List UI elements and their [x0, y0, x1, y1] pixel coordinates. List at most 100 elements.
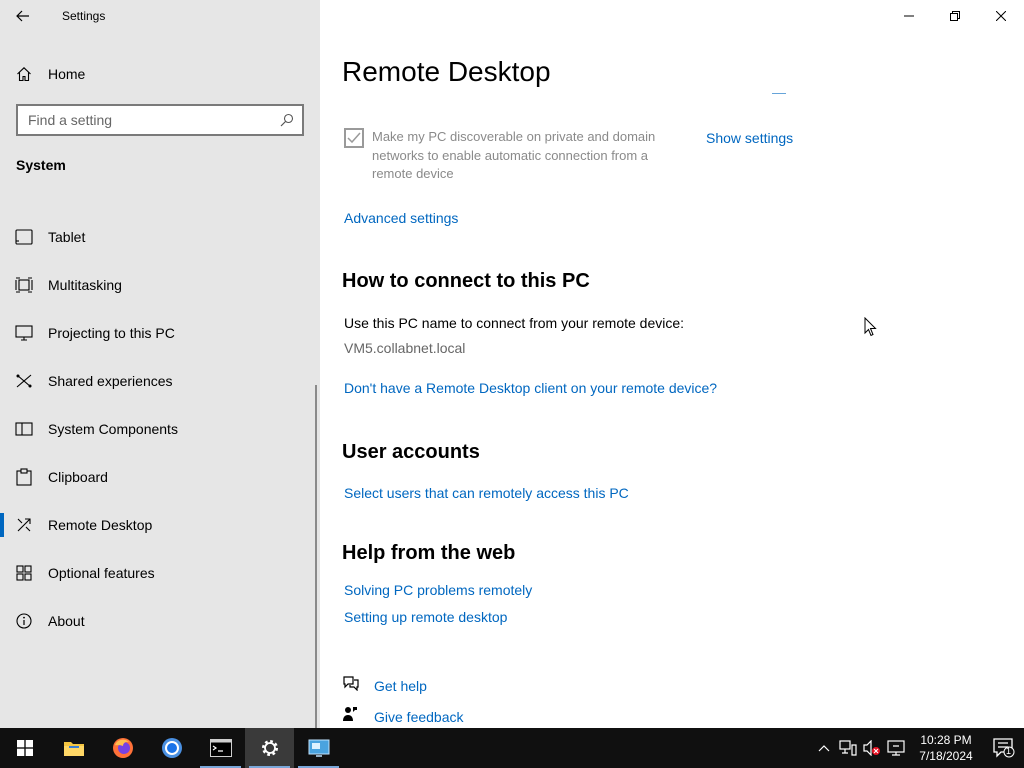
page-title: Remote Desktop — [342, 56, 551, 87]
sidebar-item-remote-desktop[interactable]: Remote Desktop — [0, 501, 320, 549]
get-client-link[interactable]: Don't have a Remote Desktop client on yo… — [344, 380, 717, 396]
sidebar-nav: Tablet Multitasking Projecting to this P… — [0, 213, 320, 645]
taskbar: 10:28 PM 7/18/2024 1 — [0, 728, 1024, 768]
tablet-icon — [0, 229, 48, 245]
sidebar-item-about[interactable]: About — [0, 597, 320, 645]
mouse-cursor-icon — [864, 317, 877, 337]
user-accounts-heading: User accounts — [342, 441, 480, 463]
sidebar-item-tablet[interactable]: Tablet — [0, 213, 320, 261]
clipboard-icon — [0, 468, 48, 486]
minimize-icon — [904, 15, 914, 17]
tray-overflow-button[interactable] — [812, 728, 836, 768]
search-input[interactable]: Find a setting — [18, 112, 272, 128]
sidebar-item-system-components[interactable]: System Components — [0, 405, 320, 453]
main-content: Remote Desktop Make my PC discoverable o… — [320, 0, 1024, 728]
sidebar-item-label: About — [48, 613, 85, 629]
title-bar: Settings — [0, 0, 320, 32]
tray-volume[interactable] — [860, 728, 884, 768]
sidebar-item-label: Tablet — [48, 229, 86, 245]
home-label: Home — [48, 66, 86, 82]
sidebar-item-projecting[interactable]: Projecting to this PC — [0, 309, 320, 357]
firefox-icon — [112, 738, 133, 758]
sidebar-item-clipboard[interactable]: Clipboard — [0, 453, 320, 501]
restore-icon — [950, 11, 960, 21]
network-icon — [839, 740, 857, 756]
get-help-link[interactable]: Get help — [374, 678, 427, 694]
notification-center-button[interactable]: 1 — [984, 728, 1024, 768]
taskbar-remote-desktop-connection[interactable] — [294, 728, 343, 768]
back-button[interactable] — [0, 0, 46, 32]
file-explorer-icon — [63, 742, 84, 756]
minimize-button[interactable] — [886, 0, 932, 32]
remote-desktop-icon — [0, 517, 48, 533]
sidebar-item-label: Clipboard — [48, 469, 108, 485]
get-help-row[interactable]: Get help — [342, 675, 427, 696]
scrolled-out-link[interactable] — [772, 86, 786, 94]
get-help-icon — [342, 675, 374, 696]
sidebar-item-optional-features[interactable]: Optional features — [0, 549, 320, 597]
system-components-icon — [0, 421, 48, 437]
discoverable-option: Make my PC discoverable on private and d… — [344, 128, 690, 184]
section-title: System — [16, 157, 66, 173]
taskbar-settings[interactable] — [245, 728, 294, 768]
start-button[interactable] — [0, 728, 49, 768]
info-icon — [0, 613, 48, 629]
notification-count: 1 — [1006, 746, 1012, 756]
clock-time: 10:28 PM — [920, 733, 972, 747]
sidebar-item-label: Projecting to this PC — [48, 325, 175, 341]
tray-remote[interactable] — [884, 728, 908, 768]
settings-sidebar: Settings Home Find a setting System Tabl… — [0, 0, 320, 728]
sidebar-item-label: Shared experiences — [48, 373, 173, 389]
help-link-setup[interactable]: Setting up remote desktop — [344, 609, 507, 625]
close-icon — [996, 11, 1006, 21]
pc-name: VM5.collabnet.local — [344, 340, 466, 356]
notification-icon — [993, 738, 1015, 758]
multitasking-icon — [0, 277, 48, 293]
discoverable-checkbox[interactable] — [344, 128, 364, 148]
volume-muted-icon — [863, 740, 880, 756]
taskbar-firefox[interactable] — [98, 728, 147, 768]
clock-date: 7/18/2024 — [919, 749, 973, 763]
settings-icon — [261, 740, 278, 756]
taskbar-terminal[interactable] — [196, 728, 245, 768]
windows-logo-icon — [16, 740, 33, 756]
app-title: Settings — [62, 9, 106, 23]
advanced-settings-link[interactable]: Advanced settings — [344, 210, 458, 226]
window-controls — [886, 0, 1024, 32]
connect-description: Use this PC name to connect from your re… — [344, 315, 685, 331]
optional-features-icon — [0, 565, 48, 581]
sidebar-item-multitasking[interactable]: Multitasking — [0, 261, 320, 309]
discoverable-checkbox-label: Make my PC discoverable on private and d… — [372, 129, 656, 181]
tray-network[interactable] — [836, 728, 860, 768]
taskbar-file-explorer[interactable] — [49, 728, 98, 768]
give-feedback-link[interactable]: Give feedback — [374, 709, 464, 725]
system-tray: 10:28 PM 7/18/2024 1 — [812, 728, 1024, 768]
sidebar-item-label: Optional features — [48, 565, 155, 581]
taskbar-clock[interactable]: 10:28 PM 7/18/2024 — [908, 732, 984, 764]
close-button[interactable] — [978, 0, 1024, 32]
chevron-up-icon — [818, 745, 830, 752]
projecting-icon — [0, 325, 48, 341]
give-feedback-row[interactable]: Give feedback — [342, 706, 464, 727]
feedback-icon — [342, 706, 374, 727]
show-settings-link[interactable]: Show settings — [706, 130, 793, 146]
sidebar-item-label: Remote Desktop — [48, 517, 153, 533]
sidebar-item-shared-experiences[interactable]: Shared experiences — [0, 357, 320, 405]
sidebar-item-label: System Components — [48, 421, 178, 437]
back-arrow-icon — [16, 10, 29, 22]
sidebar-scrollbar[interactable] — [315, 385, 317, 728]
help-link-solving[interactable]: Solving PC problems remotely — [344, 582, 532, 598]
shared-experiences-icon — [0, 373, 48, 389]
search-icon[interactable] — [272, 113, 302, 127]
select-users-link[interactable]: Select users that can remotely access th… — [344, 485, 629, 501]
remote-desktop-connection-icon — [308, 739, 329, 757]
search-box[interactable]: Find a setting — [16, 104, 304, 136]
home-icon — [0, 66, 48, 82]
checkmark-icon — [347, 132, 361, 144]
home-nav[interactable]: Home — [0, 56, 320, 92]
connect-heading: How to connect to this PC — [342, 270, 590, 292]
taskbar-chrome[interactable] — [147, 728, 196, 768]
restore-button[interactable] — [932, 0, 978, 32]
help-heading: Help from the web — [342, 542, 516, 564]
chrome-icon — [161, 738, 182, 758]
